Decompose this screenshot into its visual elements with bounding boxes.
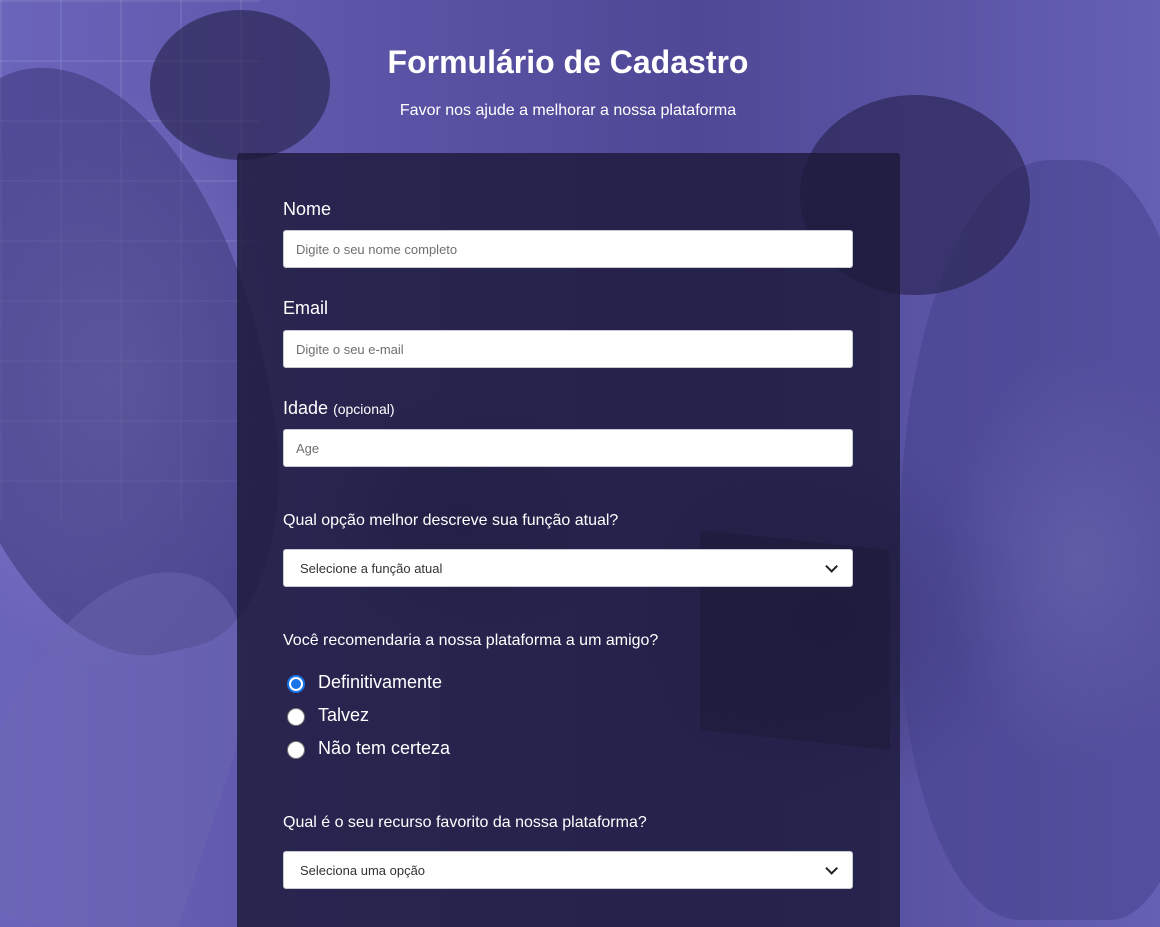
radio-button-checked[interactable] [287,674,305,693]
age-input[interactable] [283,429,853,467]
age-optional-note: (opcional) [333,401,395,417]
age-label: Idade (opcional) [283,397,395,420]
background-head-left [150,10,330,160]
age-label-text: Idade [283,398,329,418]
radio-button[interactable] [287,707,305,726]
email-label: Email [283,298,329,318]
name-label: Nome [283,199,332,219]
feature-question: Qual é o seu recurso favorito da nossa p… [283,814,647,831]
chevron-down-icon [825,861,838,875]
survey-form: Nome Email Idade (opcional) Qual opção m… [237,153,900,927]
chevron-down-icon [825,559,838,573]
radio-option-nao-tem-certeza[interactable]: Não tem certeza [287,737,450,759]
radio-label: Definitivamente [318,672,443,692]
role-question: Qual opção melhor descreve sua função at… [283,512,619,529]
page-title: Formulário de Cadastro [387,44,749,80]
email-input[interactable] [283,330,853,368]
radio-label: Talvez [318,705,370,725]
radio-label: Não tem certeza [318,738,451,758]
recommend-question: Você recomendaria a nossa plataforma a u… [283,632,659,649]
feature-select[interactable]: Seleciona uma opção [283,851,853,889]
name-input[interactable] [283,230,853,268]
feature-select-value: Seleciona uma opção [300,862,426,878]
page-subtitle: Favor nos ajude a melhorar a nossa plata… [399,102,737,119]
role-select-value: Selecione a função atual [300,560,443,576]
role-select[interactable]: Selecione a função atual [283,549,853,587]
radio-button[interactable] [287,740,305,759]
radio-option-talvez[interactable]: Talvez [287,704,369,726]
radio-option-definitivamente[interactable]: Definitivamente [287,671,442,693]
